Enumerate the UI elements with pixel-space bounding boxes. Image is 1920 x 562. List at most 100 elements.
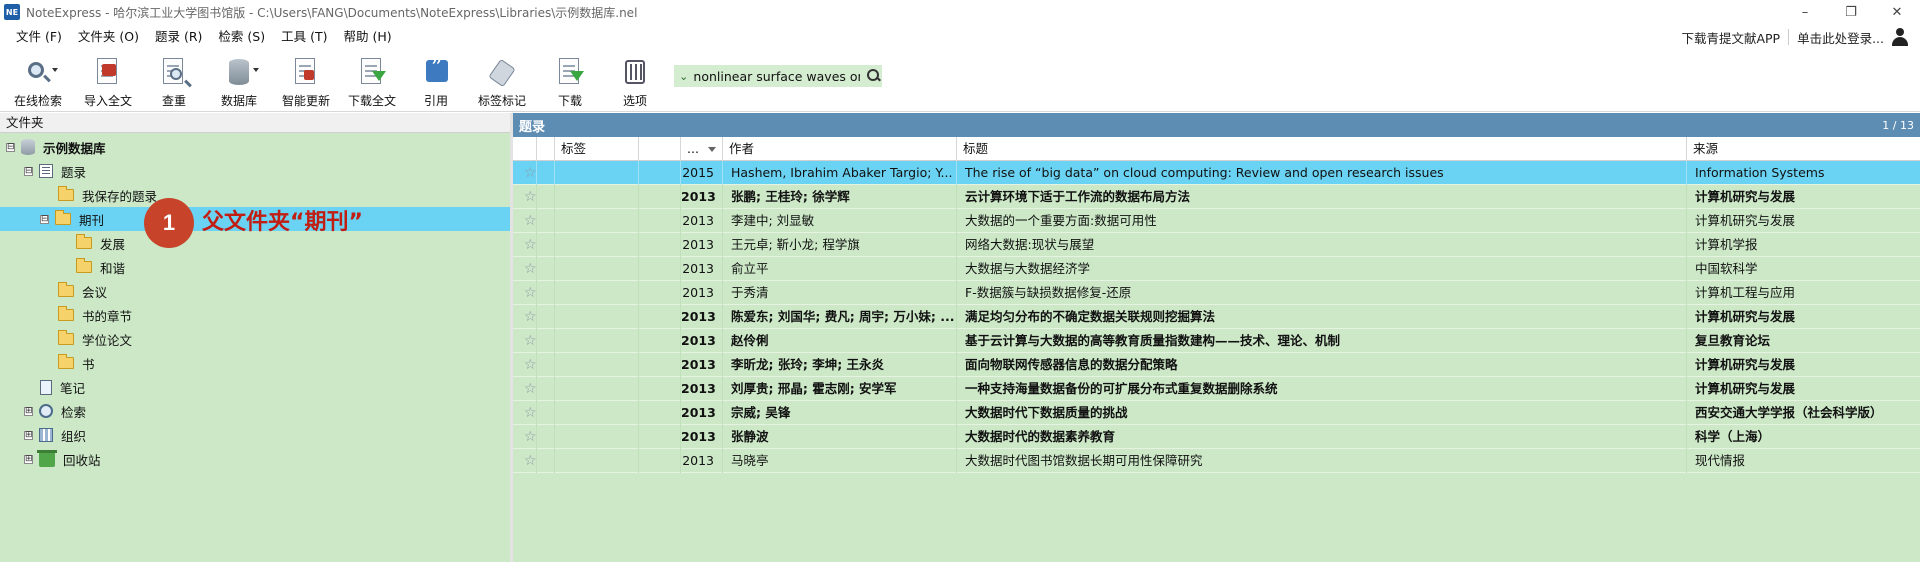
- table-row[interactable]: ☆ 2013 李昕龙; 张玲; 李坤; 王永炎 面向物联网传感器信息的数据分配策略 计算…: [513, 353, 1920, 377]
- tree-item-library[interactable]: ⊟ 示例数据库: [6, 135, 106, 159]
- star-icon[interactable]: ☆: [513, 209, 537, 233]
- table-row[interactable]: ☆ 2013 李建中; 刘显敏 大数据的一个重要方面:数据可用性 计算机研究与发展: [513, 209, 1920, 233]
- tree-item-recycle-bin[interactable]: ⊞ 回收站: [24, 447, 101, 471]
- expand-icon[interactable]: ⊞: [24, 454, 33, 464]
- import-fulltext-icon: [92, 56, 124, 88]
- star-icon[interactable]: ☆: [513, 185, 537, 209]
- expand-icon[interactable]: ⊞: [24, 430, 33, 440]
- star-icon[interactable]: ☆: [513, 353, 537, 377]
- flag-cell[interactable]: [537, 425, 555, 449]
- tree-item-theses[interactable]: 学位论文: [58, 327, 132, 351]
- col-flag[interactable]: [537, 137, 555, 161]
- flag-cell[interactable]: [537, 377, 555, 401]
- close-icon[interactable]: ✕: [1874, 0, 1920, 24]
- tree-item-notes[interactable]: 笔记: [40, 375, 85, 399]
- tree-item-harmony[interactable]: 和谐: [76, 255, 125, 279]
- flag-cell[interactable]: [537, 185, 555, 209]
- flag-cell[interactable]: [537, 161, 555, 185]
- restore-icon[interactable]: ❐: [1828, 0, 1874, 24]
- star-icon[interactable]: ☆: [513, 281, 537, 305]
- table-row[interactable]: ☆ 2013 马晓亭 大数据时代图书馆数据长期可用性保障研究 现代情报: [513, 449, 1920, 473]
- flag-cell[interactable]: [537, 449, 555, 473]
- star-icon[interactable]: ☆: [513, 425, 537, 449]
- tree-item-saved-records[interactable]: 我保存的题录: [58, 183, 157, 207]
- star-icon[interactable]: ☆: [513, 449, 537, 473]
- title-cell: 大数据时代的数据素养教育: [957, 425, 1687, 449]
- tag-cell: [555, 209, 639, 233]
- chevron-down-icon[interactable]: ⌄: [674, 70, 693, 83]
- import-fulltext-button[interactable]: 导入全文: [80, 52, 136, 110]
- star-icon[interactable]: ☆: [513, 305, 537, 329]
- menu-folder[interactable]: 文件夹 (O): [70, 24, 147, 50]
- menu-help[interactable]: 帮助 (H): [335, 24, 399, 50]
- flag-cell[interactable]: [537, 257, 555, 281]
- window-title: NoteExpress - 哈尔滨工业大学图书馆版 - C:\Users\FAN…: [26, 5, 638, 20]
- col-tag[interactable]: 标签: [555, 137, 639, 161]
- table-row[interactable]: ☆ 2013 赵伶俐 基于云计算与大数据的高等教育质量指数建构——技术、理论、机制 复旦…: [513, 329, 1920, 353]
- collapse-icon[interactable]: ⊟: [6, 142, 15, 152]
- flag-cell[interactable]: [537, 401, 555, 425]
- col-author[interactable]: 作者: [723, 137, 957, 161]
- col-attachment[interactable]: [639, 137, 681, 161]
- star-icon[interactable]: ☆: [513, 161, 537, 185]
- tree-item-records[interactable]: ⊟ 题录: [24, 159, 86, 183]
- download-app-link[interactable]: 下载青提文献APP: [1681, 28, 1780, 47]
- flag-cell[interactable]: [537, 233, 555, 257]
- star-icon[interactable]: ☆: [513, 257, 537, 281]
- source-cell: 复旦教育论坛: [1695, 333, 1771, 348]
- col-year-label: ...: [687, 141, 699, 156]
- expand-icon[interactable]: ⊞: [24, 406, 33, 416]
- tree-item-books[interactable]: 书: [58, 351, 95, 375]
- cite-button[interactable]: 引用: [418, 52, 454, 110]
- table-row[interactable]: ☆ 2013 刘厚贵; 邢晶; 霍志刚; 安学军 一种支持海量数据备份的可扩展分布式重…: [513, 377, 1920, 401]
- tree-item-search[interactable]: ⊞ 检索: [24, 399, 86, 423]
- tree-item-book-chapters[interactable]: 书的章节: [58, 303, 132, 327]
- table-row[interactable]: ☆ 2013 王元卓; 靳小龙; 程学旗 网络大数据:现状与展望 计算机学报: [513, 233, 1920, 257]
- tree-item-development[interactable]: 发展: [76, 231, 125, 255]
- table-row[interactable]: ☆ 2015 Hashem, Ibrahim Abaker Targio; Y...…: [513, 161, 1920, 185]
- download-fulltext-button[interactable]: 下载全文: [344, 52, 400, 110]
- tag-mark-button[interactable]: 标签标记: [474, 52, 530, 110]
- col-title[interactable]: 标题: [957, 137, 1687, 161]
- table-row[interactable]: ☆ 2013 陈爱东; 刘国华; 费凡; 周宇; 万小妹; ... 满足均匀分布的不确…: [513, 305, 1920, 329]
- table-row[interactable]: ☆ 2013 俞立平 大数据与大数据经济学 中国软科学: [513, 257, 1920, 281]
- flag-cell[interactable]: [537, 305, 555, 329]
- collapse-icon[interactable]: ⊟: [24, 166, 33, 176]
- table-row[interactable]: ☆ 2013 张静波 大数据时代的数据素养教育 科学（上海）: [513, 425, 1920, 449]
- col-source[interactable]: 来源: [1687, 137, 1920, 161]
- star-icon[interactable]: ☆: [513, 401, 537, 425]
- duplicate-check-label: 查重: [161, 94, 186, 108]
- attachment-cell: [639, 161, 681, 185]
- tree-item-organize[interactable]: ⊞ 组织: [24, 423, 86, 447]
- minimize-icon[interactable]: –: [1782, 0, 1828, 24]
- login-link[interactable]: 单击此处登录...: [1797, 28, 1884, 47]
- flag-cell[interactable]: [537, 329, 555, 353]
- download-button[interactable]: 下载: [552, 52, 588, 110]
- online-search-button[interactable]: 在线检索: [10, 52, 66, 110]
- search-query[interactable]: nonlinear surface waves on: [693, 69, 860, 84]
- smart-update-button[interactable]: 智能更新: [278, 52, 334, 110]
- menu-tools[interactable]: 工具 (T): [273, 24, 335, 50]
- menu-search[interactable]: 检索 (S): [210, 24, 273, 50]
- table-row[interactable]: ☆ 2013 宗威; 吴锋 大数据时代下数据质量的挑战 西安交通大学学报（社会科学版）: [513, 401, 1920, 425]
- star-icon[interactable]: ☆: [513, 377, 537, 401]
- flag-cell[interactable]: [537, 353, 555, 377]
- user-icon[interactable]: [1890, 27, 1910, 47]
- search-icon[interactable]: [866, 68, 882, 84]
- table-row[interactable]: ☆ 2013 于秀清 F-数据簇与缺损数据修复-还原 计算机工程与应用: [513, 281, 1920, 305]
- tree-item-conference[interactable]: 会议: [58, 279, 107, 303]
- col-star[interactable]: [513, 137, 537, 161]
- star-icon[interactable]: ☆: [513, 233, 537, 257]
- options-button[interactable]: 选项: [617, 52, 653, 110]
- collapse-icon[interactable]: ⊟: [40, 214, 49, 224]
- database-button[interactable]: 数据库: [214, 52, 264, 110]
- quick-search-box[interactable]: ⌄ nonlinear surface waves on: [674, 65, 882, 87]
- menu-records[interactable]: 题录 (R): [147, 24, 210, 50]
- table-row[interactable]: ☆ 2013 张鹏; 王桂玲; 徐学辉 云计算环境下适于工作流的数据布局方法 计算机研究…: [513, 185, 1920, 209]
- menu-file[interactable]: 文件 (F): [8, 24, 70, 50]
- flag-cell[interactable]: [537, 209, 555, 233]
- col-year[interactable]: ...: [681, 137, 723, 161]
- flag-cell[interactable]: [537, 281, 555, 305]
- duplicate-check-button[interactable]: 查重: [148, 52, 200, 110]
- star-icon[interactable]: ☆: [513, 329, 537, 353]
